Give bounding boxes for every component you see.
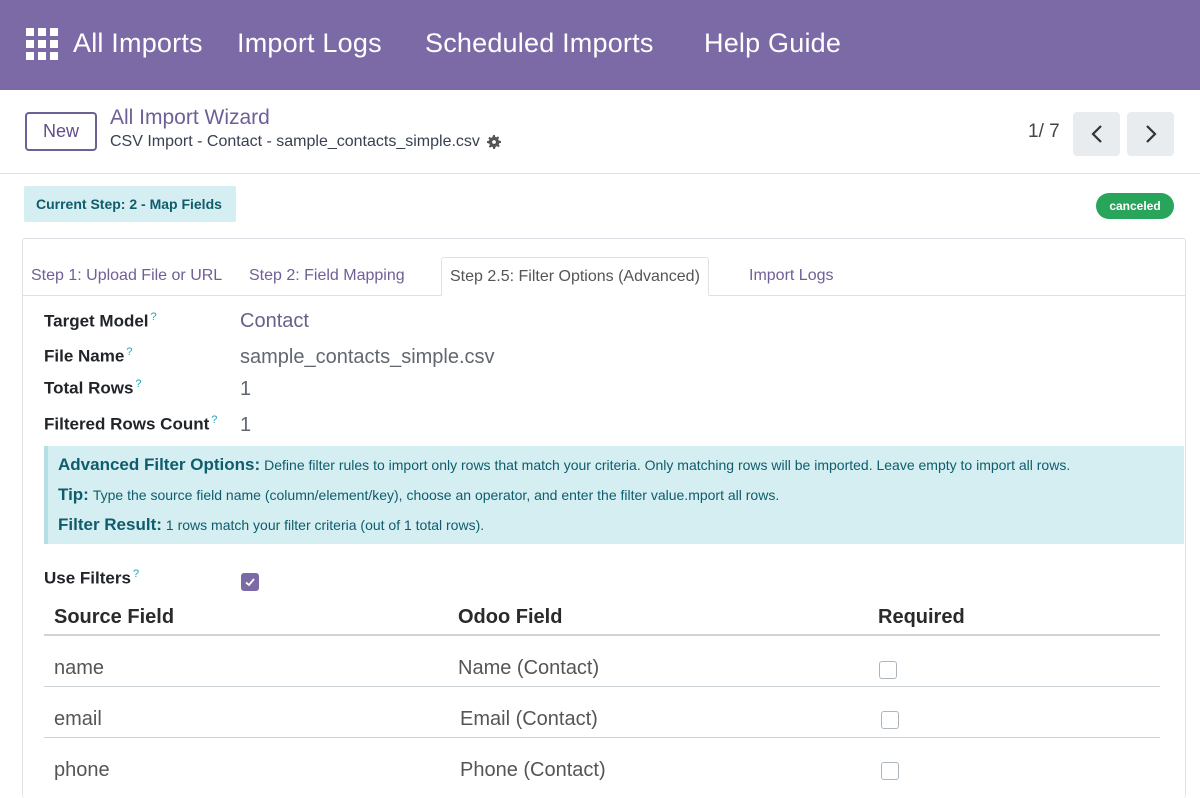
notebook-tabs: Step 1: Upload File or URL Step 2: Field… [23,257,1185,296]
total-rows-label: Total Rows? [44,378,142,398]
row-source-field[interactable]: email [54,708,102,731]
tab-upload-file[interactable]: Step 1: Upload File or URL [23,257,230,295]
breadcrumb-subtitle: CSV Import - Contact - sample_contacts_s… [110,133,501,151]
chevron-right-icon [1145,125,1157,143]
current-step-badge: Current Step: 2 - Map Fields [24,186,236,222]
new-button[interactable]: New [25,112,97,151]
filtered-rows-label: Filtered Rows Count? [44,414,218,434]
row-odoo-field[interactable]: Email (Contact) [460,708,598,731]
help-icon[interactable]: ? [211,414,217,426]
record-name: CSV Import - Contact - sample_contacts_s… [110,133,480,150]
total-rows-value: 1 [240,378,252,400]
apps-grid-icon[interactable] [26,28,58,60]
top-navbar: All Imports Import Logs Scheduled Import… [0,0,1200,90]
nav-help-guide[interactable]: Help Guide [704,28,841,59]
row-source-field[interactable]: name [54,657,104,680]
file-name-label: File Name? [44,346,133,366]
nav-scheduled-imports[interactable]: Scheduled Imports [425,28,654,59]
help-icon[interactable]: ? [151,311,157,323]
tab-filter-options[interactable]: Step 2.5: Filter Options (Advanced) [441,257,709,296]
gear-icon[interactable] [486,135,501,149]
column-header-odoo-field[interactable]: Odoo Field [458,606,562,629]
breadcrumb-title[interactable]: All Import Wizard [110,106,270,130]
nav-import-logs[interactable]: Import Logs [237,28,382,59]
row-odoo-field[interactable]: Phone (Contact) [460,759,606,782]
pager-value[interactable]: 1/ 7 [1028,121,1060,143]
chevron-left-icon [1090,125,1102,143]
alert-line-tip: Tip: Type the source field name (column/e… [58,485,780,504]
pager-previous-button[interactable] [1073,112,1120,156]
row-odoo-field[interactable]: Name (Contact) [458,657,599,680]
row-divider [44,737,1160,738]
row-required-checkbox[interactable] [881,762,899,780]
help-icon[interactable]: ? [133,568,139,580]
filtered-rows-value: 1 [240,414,252,436]
tab-import-logs[interactable]: Import Logs [741,257,841,295]
status-badge: canceled [1096,193,1174,219]
column-header-source-field[interactable]: Source Field [54,606,174,629]
column-header-required[interactable]: Required [878,606,965,629]
row-required-checkbox[interactable] [879,661,897,679]
row-divider [44,686,1160,687]
alert-line-result: Filter Result: 1 rows match your filter c… [58,515,485,534]
file-name-value: sample_contacts_simple.csv [240,346,495,368]
use-filters-checkbox[interactable] [241,573,259,591]
check-icon [245,578,255,587]
target-model-value[interactable]: Contact [240,310,309,333]
pager-next-button[interactable] [1127,112,1174,156]
row-source-field[interactable]: phone [54,759,110,782]
alert-line-advanced: Advanced Filter Options: Define filter ru… [58,455,1071,474]
control-panel: New All Import Wizard CSV Import - Conta… [0,90,1200,174]
target-model-label: Target Model? [44,311,157,331]
row-required-checkbox[interactable] [881,711,899,729]
use-filters-label: Use Filters? [44,568,140,588]
table-header-divider [44,634,1160,636]
nav-all-imports[interactable]: All Imports [73,28,203,59]
help-icon[interactable]: ? [135,378,141,390]
tab-field-mapping[interactable]: Step 2: Field Mapping [241,257,413,295]
help-icon[interactable]: ? [126,346,132,358]
filter-info-alert: Advanced Filter Options: Define filter ru… [44,446,1184,544]
